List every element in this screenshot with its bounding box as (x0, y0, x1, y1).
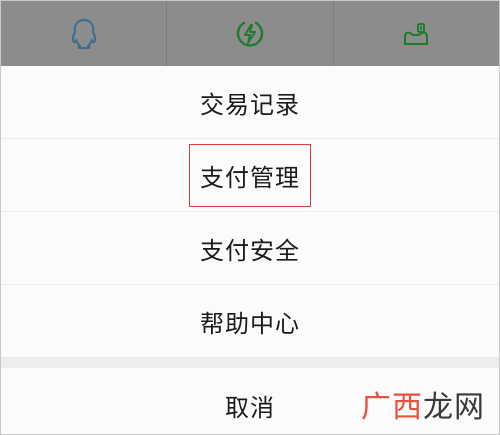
lightning-icon (236, 21, 264, 47)
menu-item-label: 交易记录 (200, 90, 300, 119)
menu-item-transaction-records[interactable]: 交易记录 (1, 66, 499, 139)
watermark: 广西 龙网 (361, 382, 485, 426)
qq-icon (71, 18, 96, 49)
dimmed-icon-bar (1, 1, 499, 66)
menu-item-label: 支付管理 (189, 143, 311, 207)
sheet-separator (1, 358, 499, 368)
game-app-cell[interactable] (334, 1, 499, 66)
screen: 交易记录 支付管理 支付安全 帮助中心 取消 广西 龙网 (0, 0, 500, 435)
qq-app-cell[interactable] (1, 1, 168, 66)
action-sheet: 交易记录 支付管理 支付安全 帮助中心 取消 (1, 66, 499, 434)
menu-item-help-center[interactable]: 帮助中心 (1, 285, 499, 358)
game-icon (404, 22, 429, 45)
menu-item-label: 帮助中心 (200, 309, 300, 338)
power-app-cell[interactable] (167, 1, 334, 66)
watermark-part1: 广西 (361, 390, 423, 425)
menu-item-payment-security[interactable]: 支付安全 (1, 212, 499, 285)
menu-item-label: 支付安全 (200, 236, 300, 265)
watermark-part2: 龙网 (423, 390, 485, 425)
cancel-label: 取消 (225, 394, 275, 422)
menu-item-payment-management[interactable]: 支付管理 (1, 139, 499, 212)
